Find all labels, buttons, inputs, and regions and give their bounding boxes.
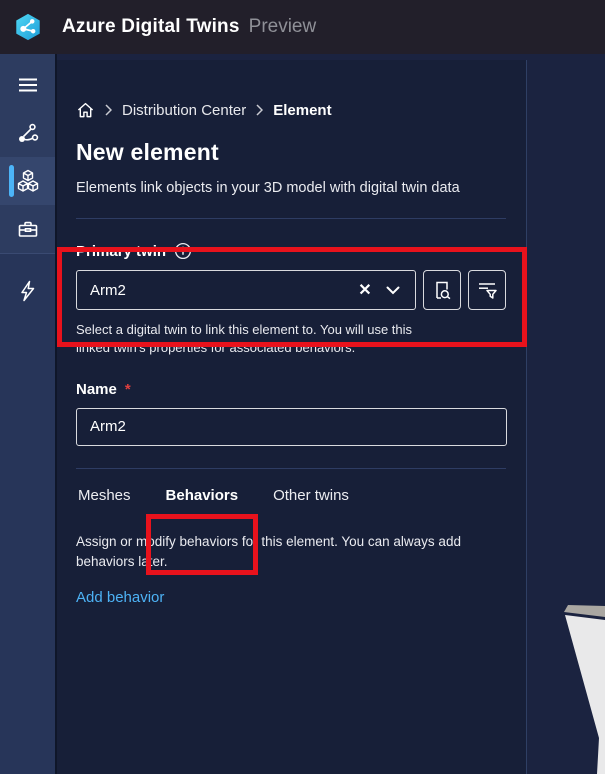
breadcrumb-item-scene[interactable]: Distribution Center — [122, 102, 246, 119]
info-icon[interactable] — [174, 242, 192, 260]
inspect-twin-icon — [431, 279, 453, 301]
page-subtitle: Elements link objects in your 3D model w… — [76, 178, 496, 199]
name-label: Name — [76, 381, 117, 398]
primary-twin-value: Arm2 — [90, 282, 351, 299]
filter-lines-icon — [476, 279, 498, 301]
3d-scene-fragment — [527, 590, 605, 774]
chevron-down-icon — [386, 286, 400, 295]
tab-meshes[interactable]: Meshes — [76, 481, 133, 518]
twin-graph-icon — [16, 121, 40, 145]
chevron-right-icon — [105, 104, 112, 116]
section-divider — [76, 468, 506, 469]
screen: Azure Digital Twins Preview — [0, 0, 605, 774]
clear-selection-button[interactable]: ✕ — [351, 274, 379, 306]
tab-behaviors[interactable]: Behaviors — [164, 481, 241, 518]
app-preview-badge: Preview — [249, 16, 317, 38]
sidebar-item-toolbox[interactable] — [0, 205, 55, 253]
name-section: Name * — [76, 381, 506, 446]
tab-other-twins[interactable]: Other twins — [271, 481, 351, 518]
required-marker: * — [125, 381, 131, 398]
home-button[interactable] — [76, 101, 95, 119]
section-divider — [76, 218, 506, 219]
combobox-dropdown-button[interactable] — [379, 274, 407, 306]
sidebar-bottom-group — [0, 254, 55, 315]
home-icon — [76, 101, 95, 119]
inspect-twin-button[interactable] — [423, 270, 461, 310]
primary-twin-help: Select a digital twin to link this eleme… — [76, 321, 421, 358]
page-title: New element — [76, 139, 506, 166]
advanced-search-button[interactable] — [468, 270, 506, 310]
tab-list: Meshes Behaviors Other twins — [76, 481, 506, 518]
add-behavior-link[interactable]: Add behavior — [76, 589, 164, 606]
primary-twin-section: Primary twin Arm2 ✕ — [76, 242, 506, 358]
sidebar-top-group — [0, 54, 55, 254]
sidebar-item-3d-scenes[interactable] — [0, 157, 55, 205]
name-input[interactable] — [76, 408, 507, 446]
selected-indicator — [9, 165, 14, 197]
azure-digital-twins-logo — [0, 12, 56, 42]
sidebar-item-twin-graph[interactable] — [0, 109, 55, 157]
app-bar: Azure Digital Twins Preview — [0, 0, 605, 54]
toolbox-icon — [16, 217, 40, 241]
behaviors-tab-description: Assign or modify behaviors for this elem… — [76, 532, 504, 573]
app-title: Azure Digital Twins — [62, 16, 240, 38]
sidebar-panel-gap — [55, 54, 57, 774]
hamburger-icon — [16, 73, 40, 97]
primary-twin-combobox[interactable]: Arm2 ✕ — [76, 270, 416, 310]
breadcrumb: Distribution Center Element — [76, 98, 506, 122]
sidebar — [0, 54, 55, 774]
chevron-right-icon — [256, 104, 263, 116]
cubes-icon — [15, 168, 41, 194]
primary-twin-label: Primary twin — [76, 243, 166, 260]
lightning-icon — [16, 279, 40, 303]
sidebar-item-power[interactable] — [0, 267, 55, 315]
breadcrumb-item-current: Element — [273, 102, 331, 119]
azure-digital-twins-logo-icon — [13, 12, 43, 42]
new-element-panel: Distribution Center Element New element … — [57, 60, 527, 774]
menu-toggle-button[interactable] — [0, 61, 55, 109]
